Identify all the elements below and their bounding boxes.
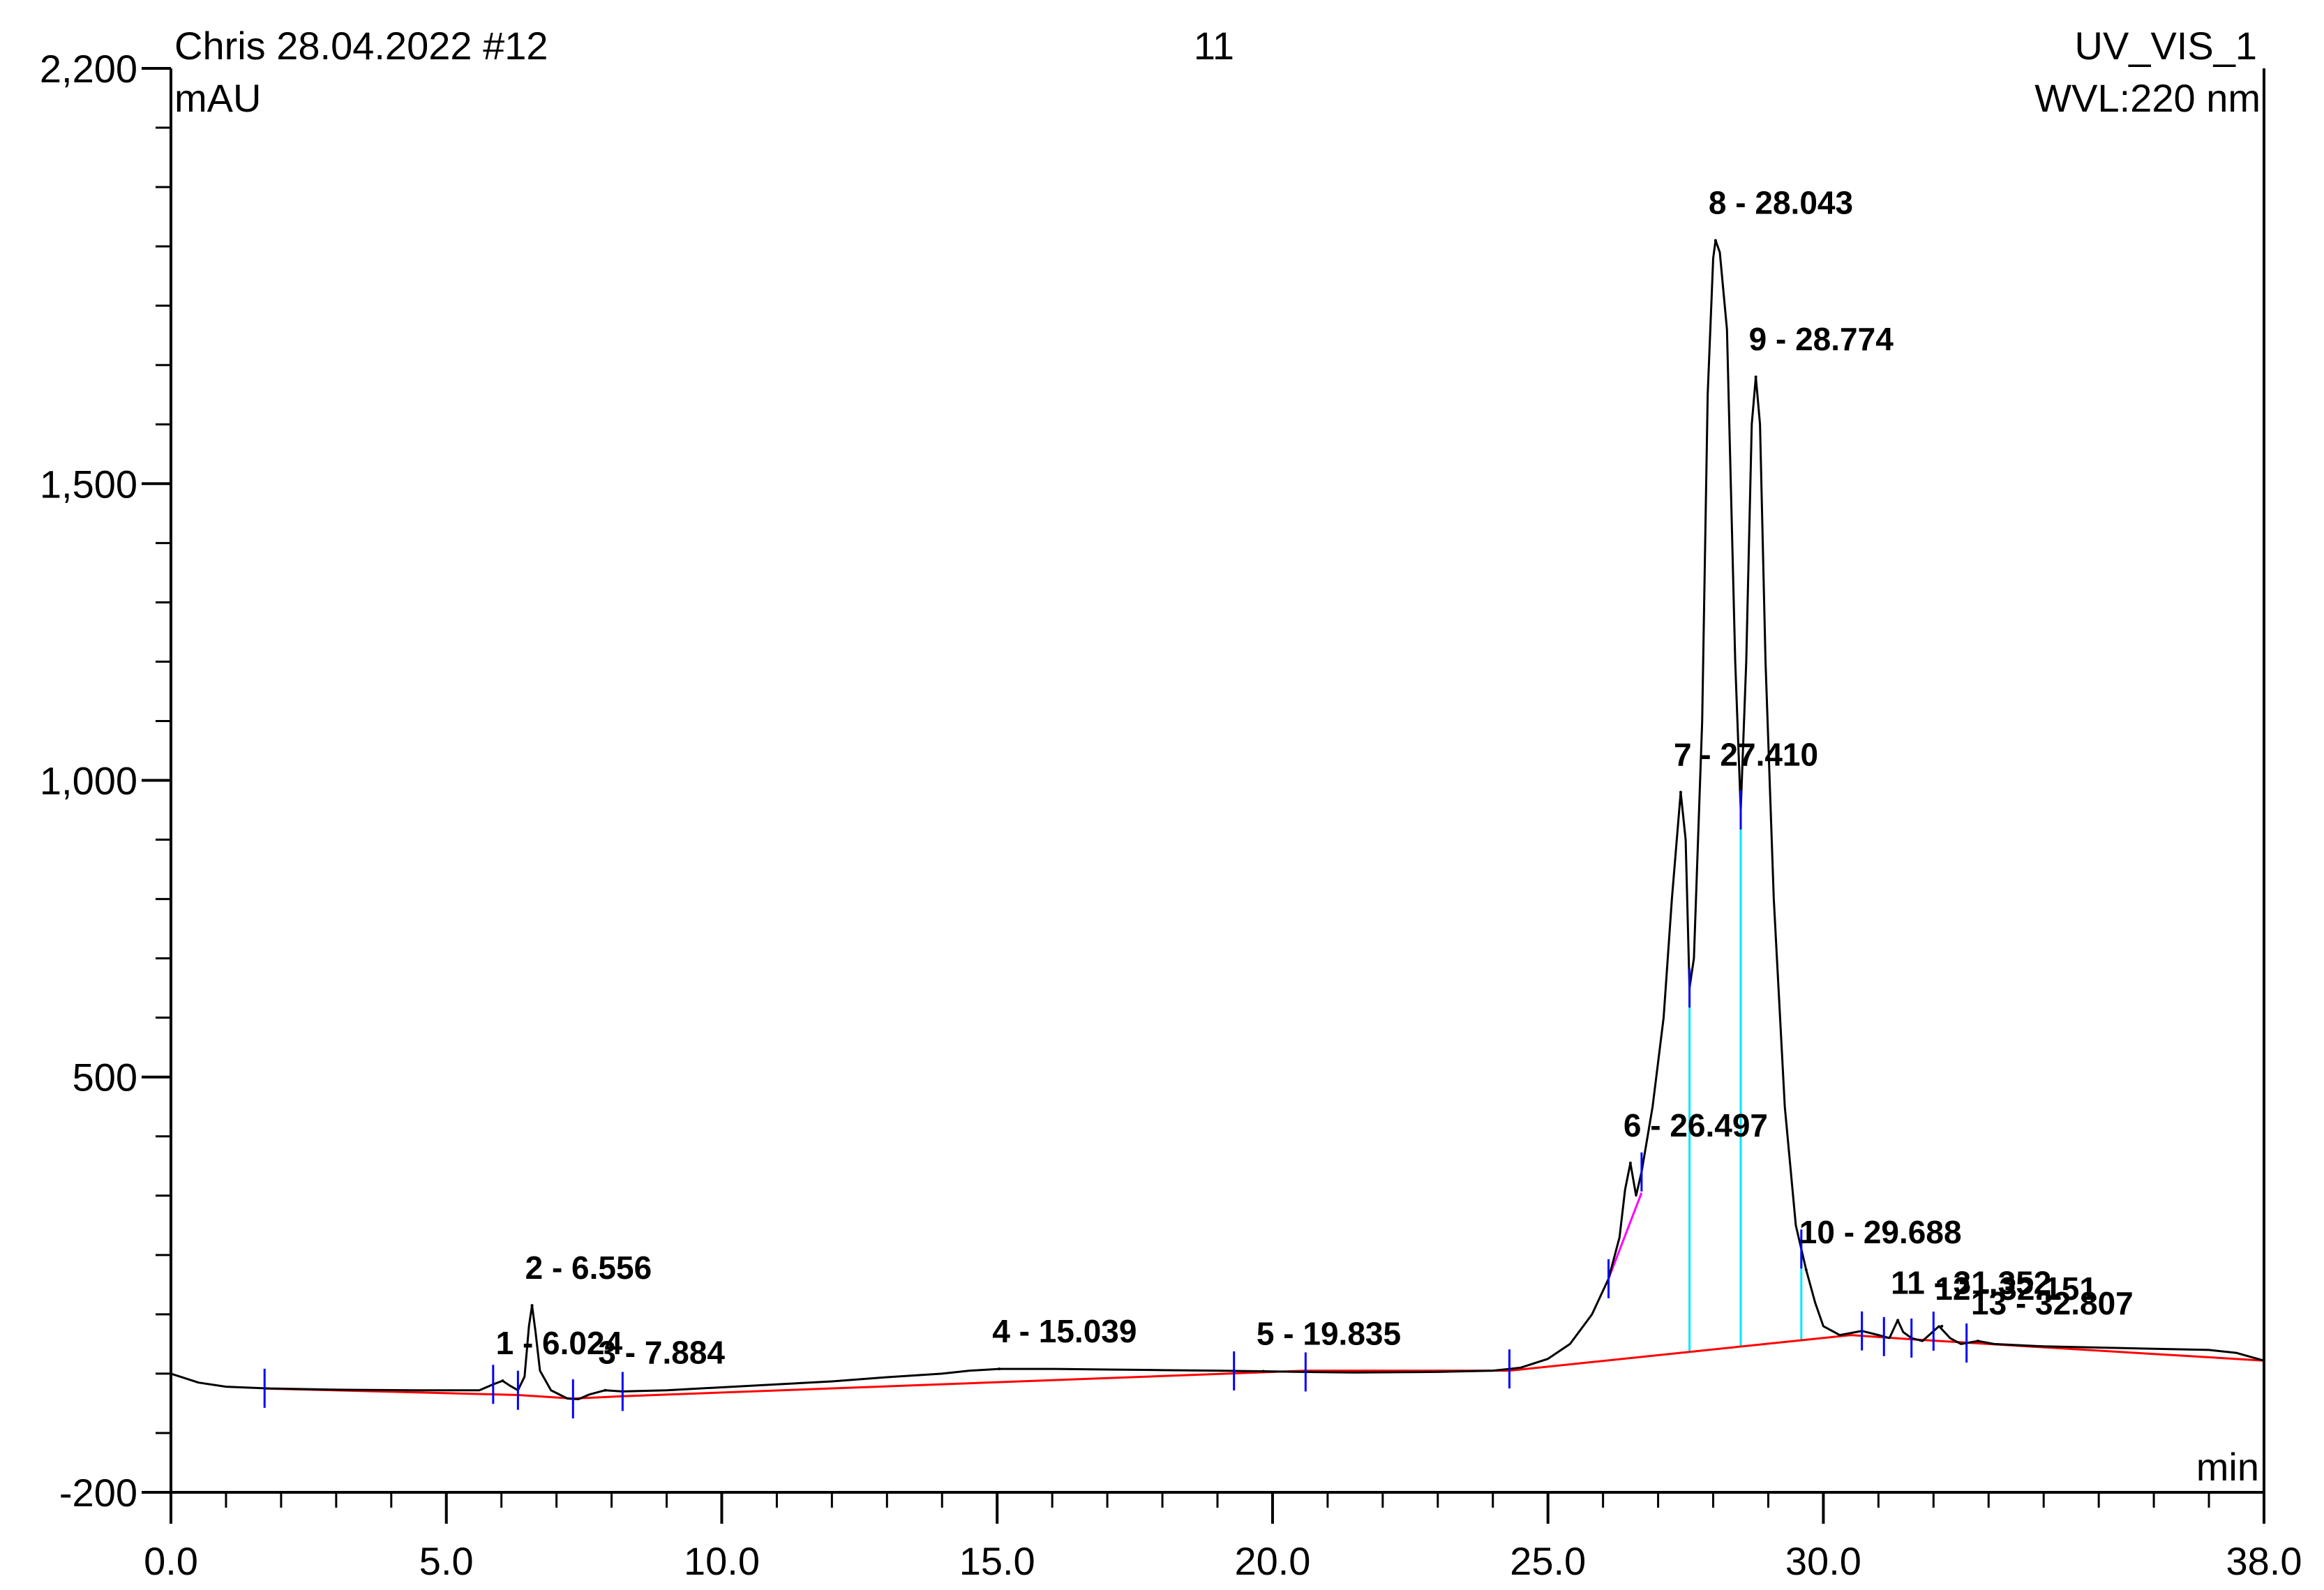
peak-label: 3 - 7.884 <box>598 1335 725 1371</box>
x-axis-unit: min <box>2196 1445 2259 1489</box>
peak-label: 5 - 19.835 <box>1257 1316 1401 1352</box>
y-tick-label: 1,000 <box>40 759 137 803</box>
wavelength-label: WVL:220 nm <box>2034 76 2261 120</box>
x-tick-label: 10.0 <box>684 1539 760 1583</box>
peak-label: 10 - 29.688 <box>1799 1214 1962 1250</box>
y-axis-unit: mAU <box>174 76 261 120</box>
x-tick-label: 30.0 <box>1785 1539 1861 1583</box>
x-tick-label: 5.0 <box>419 1539 474 1583</box>
peak-apex-point <box>1804 1268 1808 1272</box>
skim-line <box>1607 1192 1643 1280</box>
peak-apex-point <box>1754 375 1757 379</box>
peak-apex-point <box>998 1367 1001 1371</box>
chart-marks: 1 - 6.0242 - 6.5563 - 7.8844 - 15.039 5 -… <box>170 185 2265 1419</box>
peak-apex-point <box>1940 1324 1944 1328</box>
peak-label: 4 - 15.039 <box>992 1313 1137 1349</box>
peak-label: 6 - 26.497 <box>1624 1107 1768 1143</box>
x-tick-label: 15.0 <box>959 1539 1035 1583</box>
x-tick-label: 38.0 <box>2226 1539 2302 1583</box>
y-tick-label: 1,500 <box>40 462 137 506</box>
peak-label: 2 - 6.556 <box>525 1250 652 1286</box>
peak-apex-point <box>1714 239 1717 242</box>
chromatogram: 1 - 6.0242 - 6.5563 - 7.8844 - 15.039 5 -… <box>40 24 2302 1583</box>
peak-label: 9 - 28.774 <box>1749 321 1894 357</box>
peak-apex-point <box>604 1388 607 1392</box>
y-tick-label: 500 <box>73 1056 137 1100</box>
peak-apex-point <box>1896 1319 1900 1322</box>
peak-apex-point <box>530 1304 534 1307</box>
peak-apex-point <box>1261 1370 1265 1373</box>
channel-name: UV_VIS_1 <box>2075 24 2258 68</box>
x-tick-label: 0.0 <box>144 1539 198 1583</box>
y-tick-label: -200 <box>59 1471 137 1515</box>
peak-label: 8 - 28.043 <box>1709 185 1853 221</box>
x-tick-label: 20.0 <box>1234 1539 1310 1583</box>
sample-title: Chris 28.04.2022 #12 <box>174 24 548 68</box>
axes: -200 500 1,000 1,500 2,200 0.0 5.0 10.0 15.0 20.0… <box>40 47 2302 1583</box>
peak-label: 13 - 32.807 <box>1971 1285 2134 1321</box>
peak-apex-point <box>501 1379 504 1383</box>
x-tick-label: 25.0 <box>1510 1539 1586 1583</box>
y-tick-label: 2,200 <box>40 47 137 91</box>
peak-apex-point <box>1679 790 1682 794</box>
injection-number: 11 <box>1194 24 1234 68</box>
peak-apex-point <box>1628 1162 1632 1165</box>
peak-label: 7 - 27.410 <box>1674 737 1818 773</box>
peak-apex-point <box>1977 1340 1980 1343</box>
